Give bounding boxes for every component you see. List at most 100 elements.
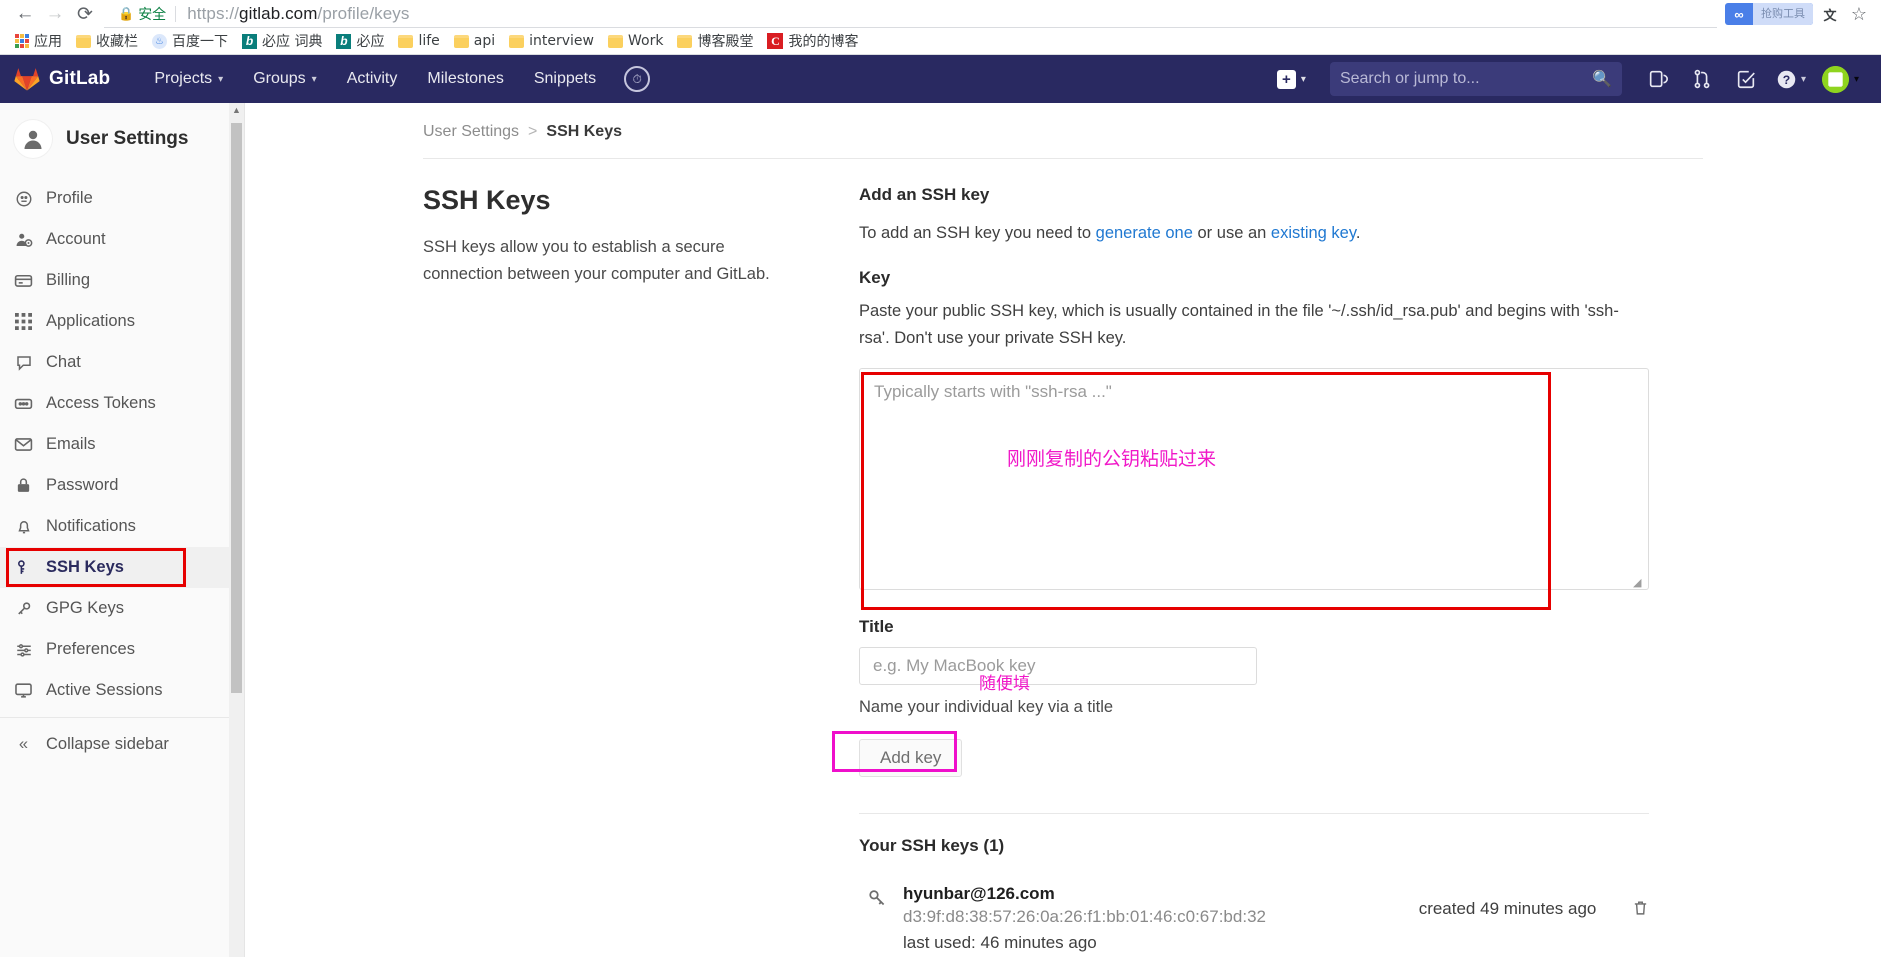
key-field-label: Key bbox=[859, 268, 891, 288]
bookmark-item[interactable]: b 必应 bbox=[329, 29, 391, 53]
reload-icon[interactable]: ⟳ bbox=[70, 0, 100, 28]
sidebar-item-label: Emails bbox=[46, 435, 96, 453]
sidebar-item-label: Active Sessions bbox=[46, 681, 163, 699]
browser-chrome: ← → ⟳ 🔒 安全 https://gitlab.com/profile/ke… bbox=[0, 0, 1881, 55]
key-details: hyunbar@126.com d3:9f:d8:38:57:26:0a:26:… bbox=[903, 883, 1405, 953]
nav-snippets[interactable]: Snippets bbox=[520, 62, 610, 96]
translate-icon[interactable]: 文 bbox=[1819, 3, 1841, 25]
nav-activity[interactable]: Activity bbox=[333, 62, 412, 96]
bookmark-item[interactable]: interview bbox=[502, 29, 601, 53]
bookmark-item[interactable]: 应用 bbox=[8, 29, 69, 53]
sidebar-item-label: Account bbox=[46, 230, 106, 248]
sidebar-item-chat[interactable]: Chat bbox=[0, 342, 244, 383]
sidebar-item-ssh-keys[interactable]: SSH Keys bbox=[0, 547, 244, 588]
existing-key-link[interactable]: existing key bbox=[1271, 224, 1356, 242]
bookmark-item[interactable]: api bbox=[447, 29, 502, 53]
sidebar-item-emails[interactable]: Emails bbox=[0, 424, 244, 465]
scroll-up-arrow-icon[interactable]: ▲ bbox=[231, 105, 242, 115]
nav-groups-label: Groups bbox=[253, 70, 306, 87]
sidebar-item-password[interactable]: Password bbox=[0, 465, 244, 506]
back-arrow-icon[interactable]: ← bbox=[10, 0, 40, 28]
bookmark-item[interactable]: 收藏栏 bbox=[69, 29, 145, 53]
generate-one-link[interactable]: generate one bbox=[1096, 224, 1193, 242]
sidebar-title: User Settings bbox=[66, 128, 189, 149]
nav-projects[interactable]: Projects ▾ bbox=[140, 62, 237, 96]
issues-icon[interactable] bbox=[1638, 59, 1678, 99]
bookmark-item[interactable]: C 我的的博客 bbox=[760, 29, 865, 53]
help-dropdown[interactable]: ? ▾ bbox=[1770, 69, 1812, 90]
token-icon bbox=[14, 394, 33, 413]
sidebar-item-label: SSH Keys bbox=[46, 558, 124, 576]
form-intro-prefix: To add an SSH key you need to bbox=[859, 224, 1096, 242]
breadcrumb-separator: > bbox=[528, 123, 538, 140]
bookmark-item[interactable]: Work bbox=[601, 29, 670, 53]
gitlab-tanuki-logo bbox=[14, 68, 40, 91]
folder-icon bbox=[677, 34, 693, 48]
url-divider bbox=[175, 5, 177, 22]
bookmark-item[interactable]: b 必应 词典 bbox=[235, 29, 329, 53]
title-input[interactable] bbox=[859, 647, 1257, 686]
star-icon[interactable]: ☆ bbox=[1847, 4, 1871, 25]
sidebar-item-notifications[interactable]: Notifications bbox=[0, 506, 244, 547]
infinity-icon: ∞ bbox=[1734, 6, 1744, 22]
sidebar-collapse-button[interactable]: « Collapse sidebar bbox=[0, 724, 244, 765]
sidebar-item-gpg-keys[interactable]: GPG Keys bbox=[0, 588, 244, 629]
sidebar-item-active-sessions[interactable]: Active Sessions bbox=[0, 670, 244, 711]
gitlab-nav-items: Projects ▾ Groups ▾ Activity Milestones … bbox=[140, 62, 651, 96]
new-item-dropdown[interactable]: + ▾ bbox=[1269, 69, 1314, 89]
nav-projects-label: Projects bbox=[154, 70, 213, 87]
key-fingerprint: d3:9f:d8:38:57:26:0a:26:f1:bb:01:46:c0:6… bbox=[903, 907, 1266, 927]
search-icon[interactable]: 🔍 bbox=[1592, 69, 1612, 89]
keys-list-divider bbox=[859, 813, 1649, 815]
sidebar-scrollbar-thumb[interactable] bbox=[231, 123, 242, 693]
search-input[interactable] bbox=[1339, 70, 1593, 88]
sidebar-scrollbar[interactable]: ▲ bbox=[229, 103, 244, 957]
sidebar-item-billing[interactable]: Billing bbox=[0, 260, 244, 301]
folder-icon bbox=[453, 34, 469, 48]
plus-icon: + bbox=[1276, 69, 1296, 89]
bookmark-item[interactable]: life bbox=[391, 29, 446, 53]
sidebar-item-label: GPG Keys bbox=[46, 599, 124, 617]
extension-badge[interactable]: ∞ 抢购工具 bbox=[1725, 3, 1813, 25]
merge-request-icon[interactable] bbox=[1682, 59, 1722, 99]
folder-icon bbox=[398, 34, 414, 48]
folder-icon bbox=[76, 34, 91, 48]
bookmark-item[interactable]: ♨ 百度一下 bbox=[145, 29, 235, 53]
search-box[interactable]: 🔍 bbox=[1329, 62, 1622, 96]
sidebar-item-label: Billing bbox=[46, 271, 91, 289]
title-helper-text: Name your individual key via a title bbox=[859, 698, 1114, 717]
breadcrumb-parent[interactable]: User Settings bbox=[423, 123, 519, 141]
sidebar-item-label: Password bbox=[46, 476, 119, 494]
bookmark-item[interactable]: 博客殿堂 bbox=[670, 29, 760, 53]
sidebar-item-access-tokens[interactable]: Access Tokens bbox=[0, 383, 244, 424]
sidebar-item-profile[interactable]: Profile bbox=[0, 178, 244, 219]
double-chevron-left-icon: « bbox=[18, 735, 29, 753]
content-columns: SSH Keys SSH keys allow you to establish… bbox=[245, 159, 1881, 953]
nav-snippets-label: Snippets bbox=[533, 70, 597, 87]
bookmark-label: 必应 词典 bbox=[262, 34, 323, 50]
key-textarea[interactable] bbox=[859, 368, 1649, 591]
credit-card-icon bbox=[14, 271, 33, 290]
sidebar-header: User Settings bbox=[0, 103, 244, 178]
gitlab-brand-text: GitLab bbox=[49, 68, 111, 89]
envelope-icon bbox=[14, 435, 33, 454]
gitlab-navbar-right: + ▾ 🔍 ? bbox=[1269, 59, 1869, 99]
sidebar-item-account[interactable]: Account bbox=[0, 219, 244, 260]
nav-groups[interactable]: Groups ▾ bbox=[239, 62, 331, 96]
nav-milestones[interactable]: Milestones bbox=[413, 62, 517, 96]
add-key-button-wrapper: Add key bbox=[832, 731, 963, 778]
breadcrumb: User Settings > SSH Keys bbox=[245, 103, 1881, 141]
todo-checklist-icon[interactable] bbox=[1726, 59, 1766, 99]
speedometer-icon[interactable]: ⏱ bbox=[624, 66, 651, 92]
add-key-button[interactable]: Add key bbox=[859, 739, 963, 778]
url-bar[interactable]: 🔒 安全 https://gitlab.com/profile/keys bbox=[104, 0, 1717, 28]
user-menu[interactable]: ▾ bbox=[1816, 65, 1869, 93]
url-text: https://gitlab.com/profile/keys bbox=[187, 4, 409, 24]
key-icon bbox=[867, 883, 889, 913]
trash-icon[interactable] bbox=[1610, 883, 1649, 921]
bing-icon: b bbox=[242, 33, 257, 49]
sidebar-item-preferences[interactable]: Preferences bbox=[0, 629, 244, 670]
gitlab-home-link[interactable]: GitLab bbox=[12, 66, 116, 92]
sidebar-item-applications[interactable]: Applications bbox=[0, 301, 244, 342]
forward-arrow-icon: → bbox=[45, 3, 65, 24]
